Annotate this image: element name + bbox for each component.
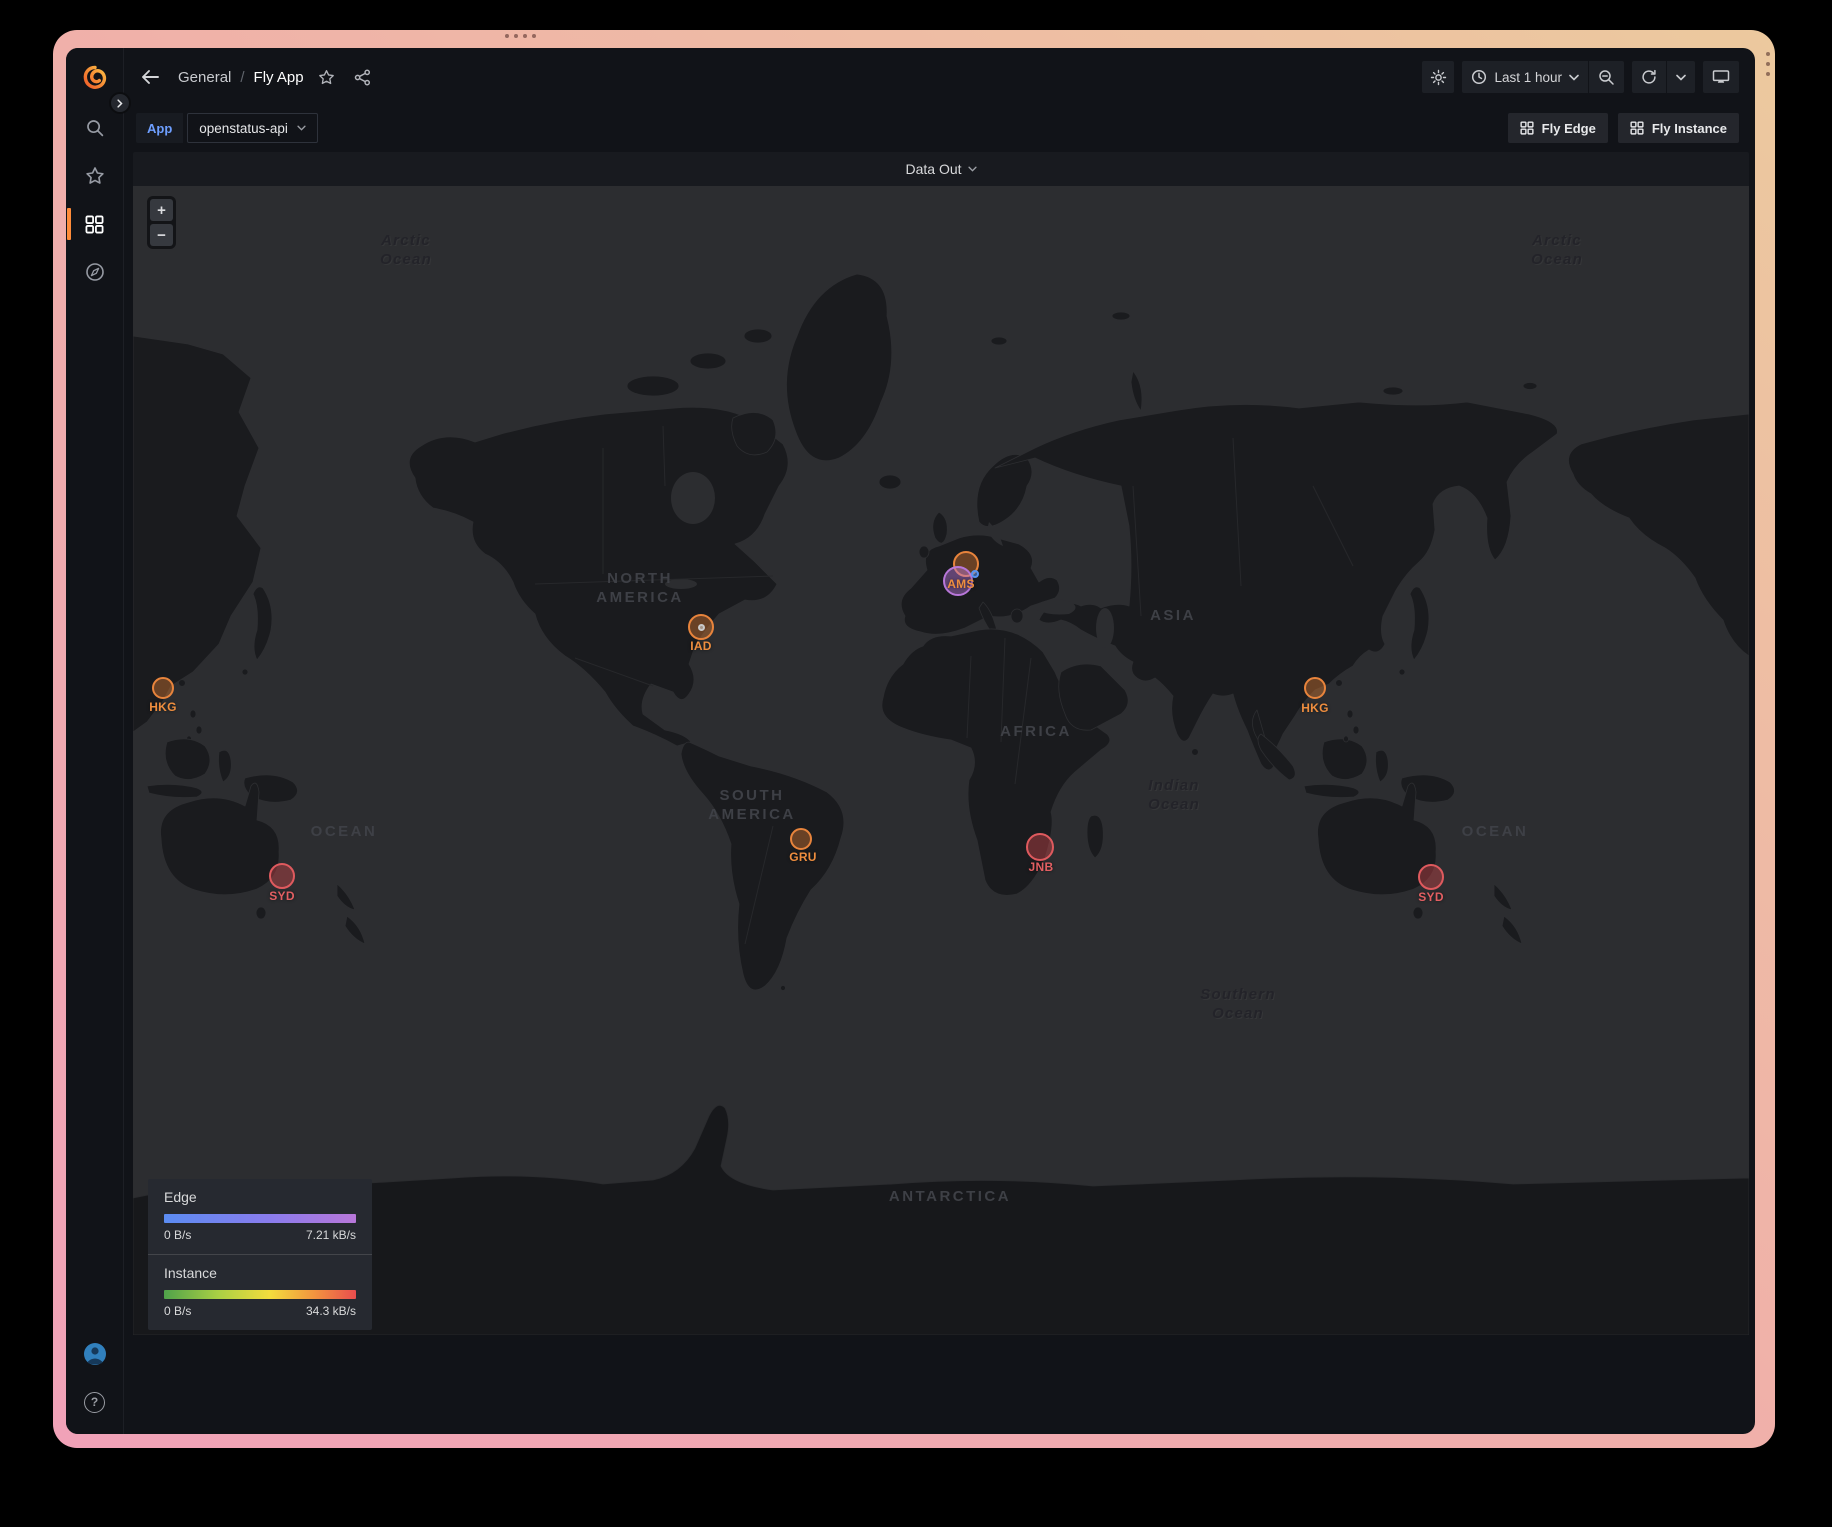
legend-gradient-bar (164, 1214, 356, 1223)
sidebar: ? (66, 48, 124, 1434)
legend-section: Edge 0 B/s 7.21 kB/s (148, 1179, 372, 1254)
map-marker-label: IAD (690, 639, 712, 653)
dashboard-link-fly-edge[interactable]: Fly Edge (1508, 113, 1608, 143)
star-icon (85, 166, 105, 186)
compass-icon (85, 262, 105, 282)
dashboard-settings-button[interactable] (1422, 61, 1454, 93)
legend-max: 34.3 kB/s (306, 1304, 356, 1318)
map-marker-circle-orange[interactable] (1304, 677, 1326, 699)
apps-grid-icon (1630, 121, 1644, 135)
dashboard-controls-row: App openstatus-api Fly Edge (124, 112, 1755, 144)
breadcrumb-divider: / (240, 69, 244, 86)
template-variable-app: App openstatus-api (136, 113, 318, 143)
map-marker-circle-red[interactable] (1026, 833, 1054, 861)
legend-section: Instance 0 B/s 34.3 kB/s (148, 1254, 372, 1330)
legend-title: Edge (164, 1189, 356, 1205)
map-marker-circle-orange[interactable] (152, 677, 174, 699)
refresh-picker (1632, 61, 1695, 93)
breadcrumb-folder[interactable]: General (178, 69, 231, 86)
apps-grid-icon (1520, 121, 1534, 135)
grafana-logo-icon[interactable] (81, 64, 109, 92)
sidebar-expand-button[interactable] (109, 92, 131, 114)
variable-value-dropdown[interactable]: openstatus-api (187, 113, 318, 143)
dashboard-link-label: Fly Instance (1652, 121, 1727, 136)
arrow-left-icon (140, 68, 160, 86)
chevron-down-icon (297, 125, 306, 131)
map-marker-circle-red[interactable] (1418, 864, 1444, 890)
world-map[interactable]: ArcticOceanArcticOceanNORTHAMERICAASIAAF… (133, 186, 1749, 1335)
breadcrumb-dashboard-title: Fly App (254, 69, 304, 86)
geomap-panel: Data Out (133, 152, 1749, 1335)
zoom-out-button[interactable]: − (150, 224, 173, 246)
dashboard-link-fly-instance[interactable]: Fly Instance (1618, 113, 1739, 143)
panel-title: Data Out (905, 161, 961, 177)
legend-min: 0 B/s (164, 1228, 191, 1242)
user-avatar[interactable] (75, 1334, 115, 1374)
panel-header[interactable]: Data Out (133, 152, 1749, 186)
variable-label[interactable]: App (136, 113, 183, 143)
share-dashboard-button[interactable] (350, 64, 376, 90)
zoom-out-time-button[interactable] (1589, 61, 1624, 93)
clock-icon (1471, 69, 1487, 85)
map-marker-circle-orange[interactable] (790, 828, 812, 850)
chevron-down-icon (968, 166, 977, 172)
back-button[interactable] (136, 63, 164, 91)
frame-grip-top-icon (505, 34, 536, 38)
map-marker-circle-red[interactable] (269, 863, 295, 889)
favorite-dashboard-button[interactable] (314, 64, 340, 90)
map-marker-label: HKG (149, 700, 177, 714)
chevron-down-icon (1676, 74, 1686, 81)
dashboard-link-label: Fly Edge (1542, 121, 1596, 136)
search-icon (85, 118, 105, 138)
sidebar-item-search[interactable] (75, 108, 115, 148)
time-range-button[interactable]: Last 1 hour (1462, 61, 1588, 93)
map-marker-label: SYD (1418, 890, 1444, 904)
variable-value: openstatus-api (199, 121, 288, 136)
map-marker-label: SYD (269, 889, 295, 903)
sidebar-item-starred[interactable] (75, 156, 115, 196)
help-icon: ? (84, 1392, 105, 1413)
refresh-button[interactable] (1632, 61, 1666, 93)
magnifier-minus-icon (1598, 69, 1615, 86)
gear-icon (1430, 69, 1447, 86)
grafana-app-window: ? General / Fly App (66, 48, 1755, 1434)
dashboard-header: General / Fly App (124, 48, 1755, 106)
share-icon (354, 69, 371, 86)
monitor-icon (1712, 69, 1730, 85)
refresh-interval-dropdown[interactable] (1667, 61, 1695, 93)
map-marker-circle-gray[interactable] (698, 624, 705, 631)
map-marker-circle-purple[interactable] (943, 566, 973, 596)
legend-max: 7.21 kB/s (306, 1228, 356, 1242)
window-frame: ? General / Fly App (53, 30, 1775, 1448)
time-picker: Last 1 hour (1462, 61, 1624, 93)
breadcrumb: General / Fly App (178, 69, 304, 86)
dashboards-grid-icon (85, 215, 104, 234)
chevron-down-icon (1569, 74, 1579, 81)
sidebar-item-help[interactable]: ? (75, 1382, 115, 1422)
map-marker-label: JNB (1029, 860, 1054, 874)
refresh-icon (1641, 69, 1657, 85)
map-zoom-controls: + − (147, 196, 176, 249)
map-legend: Edge 0 B/s 7.21 kB/s Instance 0 B/s 34.3 kB/s (148, 1179, 372, 1330)
map-marker-circle-blue[interactable] (971, 570, 979, 578)
legend-title: Instance (164, 1265, 356, 1281)
cycle-view-mode-button[interactable] (1703, 61, 1739, 93)
map-marker-label: GRU (789, 850, 817, 864)
sidebar-item-explore[interactable] (75, 252, 115, 292)
frame-grip-right-icon (1766, 52, 1770, 76)
map-markers: HKGSYDIADGRUAMSJNBHKGSYD (133, 186, 1749, 1335)
legend-min: 0 B/s (164, 1304, 191, 1318)
avatar-icon (83, 1342, 107, 1366)
sidebar-item-dashboards[interactable] (75, 204, 115, 244)
star-outline-icon (318, 69, 335, 86)
time-range-label: Last 1 hour (1494, 70, 1562, 85)
legend-gradient-bar (164, 1290, 356, 1299)
zoom-in-button[interactable]: + (150, 199, 173, 221)
map-marker-label: HKG (1301, 701, 1329, 715)
